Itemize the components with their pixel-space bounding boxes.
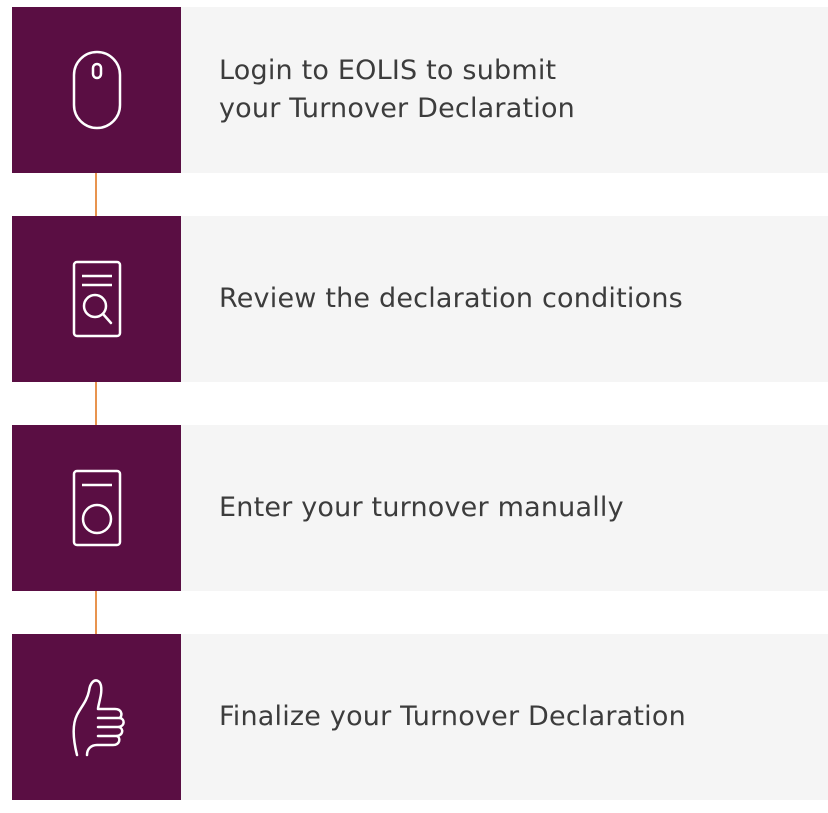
step-connector [95, 591, 97, 634]
steps-list: Login to EOLIS to submit your Turnover D… [12, 7, 828, 813]
step-icon-container [12, 7, 181, 173]
step-connector [95, 173, 97, 216]
step-label: Login to EOLIS to submit your Turnover D… [219, 55, 575, 124]
step-login: Login to EOLIS to submit your Turnover D… [12, 7, 828, 173]
thumbs-up-icon [67, 677, 127, 757]
step-review: Review the declaration conditions [12, 216, 828, 382]
step-connector [95, 382, 97, 425]
step-card: Finalize your Turnover Declaration [181, 634, 828, 800]
step-enter-turnover: Enter your turnover manually [12, 425, 828, 591]
step-card: Review the declaration conditions [181, 216, 828, 382]
step-label: Finalize your Turnover Declaration [219, 701, 686, 732]
document-circle-icon [72, 469, 122, 547]
step-label: Enter your turnover manually [219, 492, 624, 523]
step-label: Review the declaration conditions [219, 283, 683, 314]
step-icon-container [12, 634, 181, 800]
step-icon-container [12, 425, 181, 591]
mouse-icon [72, 50, 122, 130]
step-finalize: Finalize your Turnover Declaration [12, 634, 828, 800]
step-card: Login to EOLIS to submit your Turnover D… [181, 7, 828, 173]
step-card: Enter your turnover manually [181, 425, 828, 591]
document-search-icon [72, 260, 122, 338]
step-icon-container [12, 216, 181, 382]
